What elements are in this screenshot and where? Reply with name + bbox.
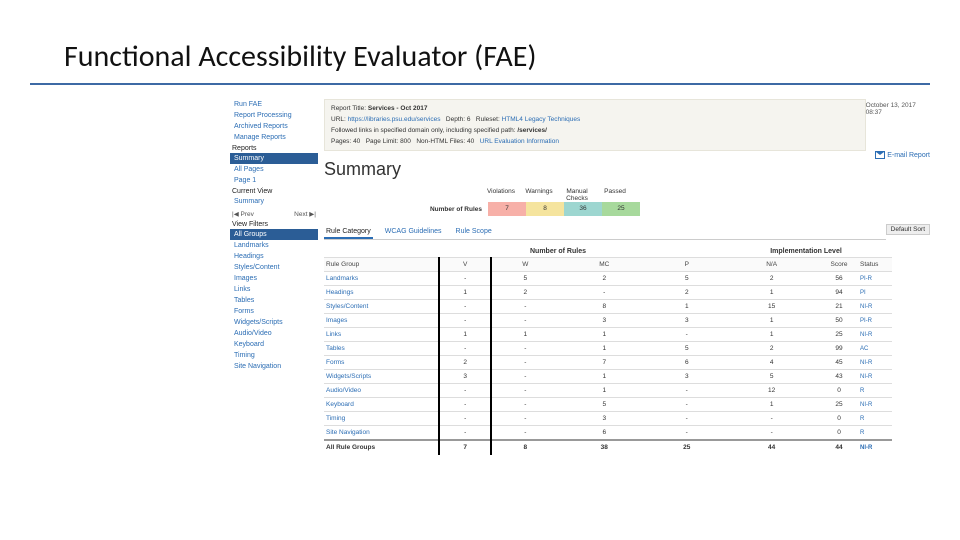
url-eval-link[interactable]: URL Evaluation Information	[480, 138, 559, 145]
rule-group-link[interactable]: Landmarks	[326, 275, 358, 282]
sidebar-section-filters: View Filters	[232, 221, 318, 228]
sidebar-item[interactable]: Site Navigation	[230, 361, 318, 372]
fae-app-screenshot: Run FAEReport ProcessingArchived Reports…	[230, 99, 930, 454]
table-row: Tables--15299AC	[324, 342, 892, 356]
rule-group-link[interactable]: Keyboard	[326, 401, 354, 408]
divider	[30, 83, 930, 85]
status-link[interactable]: NI-R	[860, 360, 872, 366]
sidebar-item[interactable]: Summary	[230, 153, 318, 164]
prev-button[interactable]: |◀ Prev	[232, 210, 254, 218]
rule-group-link[interactable]: Tables	[326, 345, 345, 352]
sidebar-section-reports: Reports	[232, 145, 318, 152]
col-group-impl: Implementation Level	[682, 248, 930, 255]
sidebar-item[interactable]: Links	[230, 284, 318, 295]
sidebar-item[interactable]: Tables	[230, 295, 318, 306]
status-link[interactable]: NI-R	[860, 374, 872, 380]
rule-group-link[interactable]: Links	[326, 331, 341, 338]
tab-rule-category[interactable]: Rule Category	[324, 226, 373, 239]
rule-group-link[interactable]: Forms	[326, 359, 344, 366]
status-link[interactable]: R	[860, 388, 864, 394]
table-row: Audio/Video--1-120R	[324, 384, 892, 398]
sidebar-item-summary-current[interactable]: Summary	[230, 196, 318, 207]
status-link[interactable]: PI-R	[860, 318, 872, 324]
sidebar-item[interactable]: Timing	[230, 350, 318, 361]
table-row: Forms2-76445NI-R	[324, 356, 892, 370]
sidebar-item[interactable]: Forms	[230, 306, 318, 317]
status-link[interactable]: NI-R	[860, 445, 872, 451]
tab-rule-scope[interactable]: Rule Scope	[454, 226, 494, 239]
sidebar-item[interactable]: All Pages	[230, 164, 318, 175]
table-row: Styles/Content--811521NI-R	[324, 300, 892, 314]
sidebar-item[interactable]: Widgets/Scripts	[230, 317, 318, 328]
tab-wcag[interactable]: WCAG Guidelines	[383, 226, 444, 239]
sidebar-item[interactable]: All Groups	[230, 229, 318, 240]
sidebar-item[interactable]: Styles/Content	[230, 262, 318, 273]
status-link[interactable]: R	[860, 416, 864, 422]
timestamp: October 13, 2017 08:37	[866, 99, 930, 151]
table-row: Keyboard--5-125NI-R	[324, 398, 892, 412]
report-meta-box: Report Title: Services - Oct 2017 URL: h…	[324, 99, 866, 151]
rule-group-link[interactable]: Styles/Content	[326, 303, 368, 310]
sidebar-item[interactable]: Archived Reports	[230, 121, 318, 132]
status-link[interactable]: AC	[860, 346, 868, 352]
col-group-rules: Number of Rules	[434, 248, 682, 255]
table-row: Links111-125NI-R	[324, 328, 892, 342]
table-row: Images--33150PI-R	[324, 314, 892, 328]
slide-title: Functional Accessibility Evaluator (FAE)	[64, 38, 930, 75]
col-header[interactable]: Status	[858, 258, 892, 272]
col-header[interactable]: Score	[820, 258, 858, 272]
status-link[interactable]: R	[860, 430, 864, 436]
sidebar-item[interactable]: Keyboard	[230, 339, 318, 350]
rule-group-link[interactable]: Timing	[326, 415, 345, 422]
sidebar-item[interactable]: Run FAE	[230, 99, 318, 110]
table-row: Timing--3--0R	[324, 412, 892, 426]
metrics-bar: Violations Warnings Manual Checks Passed…	[404, 188, 930, 216]
table-row: Landmarks-525256PI-R	[324, 272, 892, 286]
ruleset-link[interactable]: HTML4 Legacy Techniques	[502, 116, 581, 123]
tab-bar: Rule Category WCAG Guidelines Rule Scope	[324, 226, 886, 240]
table-row: Headings12-2194PI	[324, 286, 892, 300]
report-url-link[interactable]: https://libraries.psu.edu/services	[348, 116, 441, 123]
next-button[interactable]: Next ▶|	[294, 210, 316, 218]
rule-group-link[interactable]: Audio/Video	[326, 387, 361, 394]
status-link[interactable]: NI-R	[860, 332, 872, 338]
sidebar-item[interactable]: Headings	[230, 251, 318, 262]
col-header[interactable]: V	[438, 258, 492, 272]
rule-group-link[interactable]: Headings	[326, 289, 353, 296]
rule-group-link[interactable]: Widgets/Scripts	[326, 373, 371, 380]
table-row: Site Navigation--6--0R	[324, 426, 892, 441]
status-link[interactable]: NI-R	[860, 402, 872, 408]
rule-group-link[interactable]: Site Navigation	[326, 429, 370, 436]
col-header[interactable]: P	[650, 258, 723, 272]
sidebar-item[interactable]: Images	[230, 273, 318, 284]
status-link[interactable]: PI	[860, 290, 866, 296]
rule-group-link[interactable]: Images	[326, 317, 347, 324]
default-sort-button[interactable]: Default Sort	[886, 224, 930, 235]
rules-table: Rule GroupVWMCPN/AScoreStatus Landmarks-…	[324, 257, 892, 454]
main-panel: Report Title: Services - Oct 2017 URL: h…	[318, 99, 930, 454]
envelope-icon	[875, 151, 885, 159]
page-heading: Summary	[324, 159, 930, 180]
status-link[interactable]: NI-R	[860, 304, 872, 310]
sidebar-item[interactable]: Manage Reports	[230, 132, 318, 143]
sidebar-item[interactable]: Report Processing	[230, 110, 318, 121]
sidebar-section-current: Current View	[232, 188, 318, 195]
table-row: Widgets/Scripts3-13543NI-R	[324, 370, 892, 384]
table-row: All Rule Groups7838254444NI-R	[324, 440, 892, 454]
status-link[interactable]: PI-R	[860, 276, 872, 282]
col-header[interactable]: Rule Group	[324, 258, 438, 272]
sidebar-item[interactable]: Audio/Video	[230, 328, 318, 339]
rule-group-link: All Rule Groups	[326, 444, 375, 451]
col-header[interactable]: N/A	[723, 258, 820, 272]
sidebar-item[interactable]: Landmarks	[230, 240, 318, 251]
sidebar: Run FAEReport ProcessingArchived Reports…	[230, 99, 318, 454]
col-header[interactable]: W	[492, 258, 558, 272]
col-header[interactable]: MC	[558, 258, 650, 272]
email-report-link[interactable]: E-mail Report	[875, 151, 930, 159]
sidebar-item[interactable]: Page 1	[230, 175, 318, 186]
